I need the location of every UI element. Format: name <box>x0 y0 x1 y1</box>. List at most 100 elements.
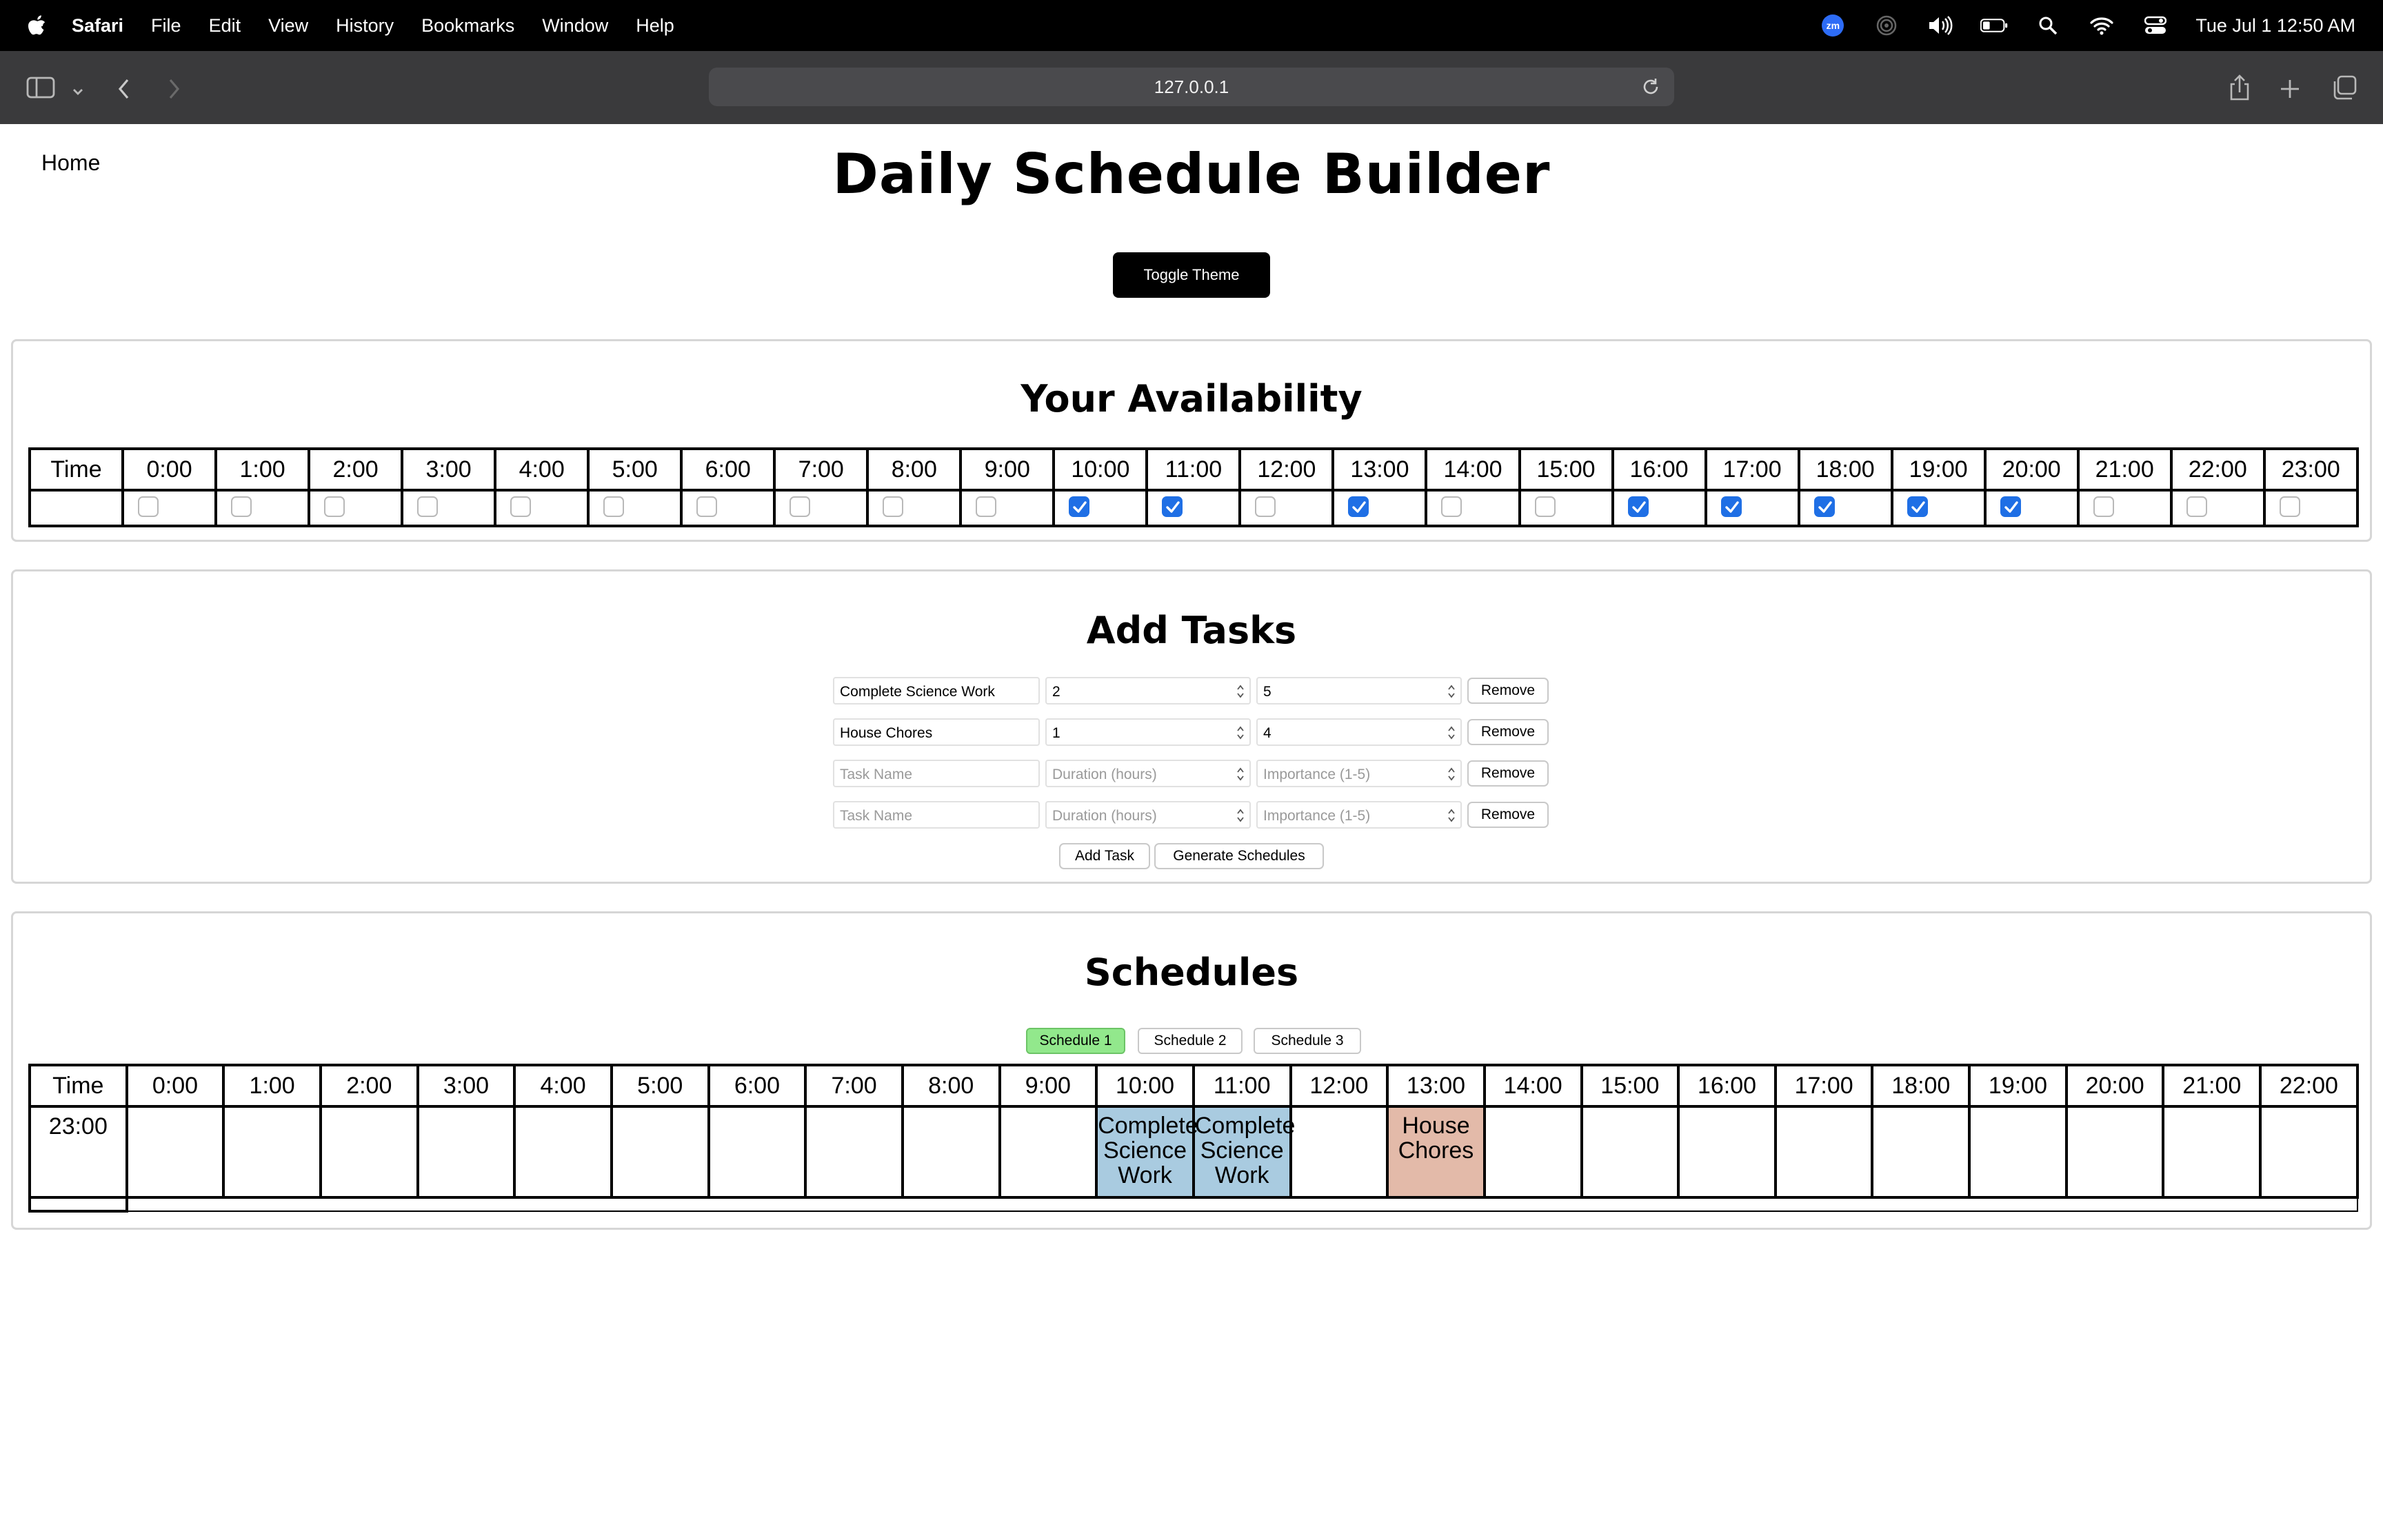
task-importance-input[interactable]: 5 <box>1256 677 1462 705</box>
new-tab-icon[interactable] <box>2280 73 2300 105</box>
schedule-tab[interactable]: Schedule 1 <box>1026 1028 1125 1054</box>
schedule-empty-slot <box>125 1105 225 1199</box>
availability-checkbox[interactable] <box>510 496 532 517</box>
availability-checkbox[interactable] <box>1348 496 1369 517</box>
menu-history[interactable]: History <box>336 15 394 37</box>
schedule-empty-slot <box>2259 1105 2359 1199</box>
schedule-empty-slot <box>1580 1105 1680 1199</box>
task-importance-input[interactable]: Importance (1-5) <box>1256 760 1462 787</box>
remove-task-button[interactable]: Remove <box>1467 719 1549 745</box>
menubar-clock[interactable]: Tue Jul 1 12:50 AM <box>2195 15 2355 37</box>
availability-checkbox[interactable] <box>1534 496 1556 517</box>
task-importance-input[interactable]: 4 <box>1256 718 1462 746</box>
url-text: 127.0.0.1 <box>1154 76 1229 97</box>
availability-cell <box>2169 489 2266 527</box>
schedule-tab[interactable]: Schedule 2 <box>1138 1028 1243 1054</box>
availability-checkbox[interactable] <box>1813 496 1835 517</box>
availability-hour-header: 19:00 <box>1890 447 1987 492</box>
spotlight-icon[interactable] <box>2034 14 2062 37</box>
schedule-task-slot: House Chores <box>1386 1105 1486 1199</box>
remove-task-button[interactable]: Remove <box>1467 760 1549 787</box>
toggle-theme-button[interactable]: Toggle Theme <box>1113 252 1270 298</box>
availability-checkbox[interactable] <box>603 496 625 517</box>
volume-icon[interactable] <box>1927 14 1954 37</box>
sidebar-toggle-icon[interactable] <box>26 72 57 103</box>
task-name-input[interactable]: Complete Science Work <box>833 677 1040 705</box>
schedule-hour-header: 18:00 <box>1871 1064 1971 1108</box>
availability-checkbox[interactable] <box>324 496 345 517</box>
task-name-input[interactable]: House Chores <box>833 718 1040 746</box>
share-icon[interactable] <box>2229 72 2251 103</box>
availability-checkbox[interactable] <box>1720 496 1742 517</box>
zoom-icon[interactable]: zm <box>1819 14 1847 37</box>
availability-checkbox[interactable] <box>976 496 997 517</box>
airdrop-icon[interactable] <box>1873 14 1900 37</box>
remove-task-button[interactable]: Remove <box>1467 678 1549 704</box>
menu-help[interactable]: Help <box>636 15 674 37</box>
schedule-empty-slot <box>998 1105 1098 1199</box>
availability-checkbox[interactable] <box>2186 496 2207 517</box>
availability-hour-header: 1:00 <box>214 447 311 492</box>
menu-app-name[interactable]: Safari <box>72 15 123 37</box>
task-duration-input[interactable]: Duration (hours) <box>1045 760 1251 787</box>
menu-view[interactable]: View <box>268 15 308 37</box>
availability-cell <box>1052 489 1149 527</box>
schedule-hour-header: 3:00 <box>416 1064 516 1108</box>
availability-hour-header: 21:00 <box>2076 447 2173 492</box>
address-bar[interactable]: 127.0.0.1 <box>709 68 1674 106</box>
availability-cell <box>1518 489 1614 527</box>
schedule-hour-header: 19:00 <box>1968 1064 2068 1108</box>
chevron-down-icon[interactable] <box>72 76 84 108</box>
availability-checkbox[interactable] <box>231 496 252 517</box>
menu-file[interactable]: File <box>151 15 181 37</box>
availability-checkbox[interactable] <box>2000 496 2021 517</box>
schedule-hour-header: 4:00 <box>513 1064 613 1108</box>
battery-icon[interactable] <box>1980 14 2008 37</box>
availability-cell <box>2076 489 2173 527</box>
availability-hour-header: 15:00 <box>1518 447 1614 492</box>
availability-hour-header: 14:00 <box>1425 447 1521 492</box>
availability-checkbox[interactable] <box>696 496 718 517</box>
availability-checkbox[interactable] <box>1627 496 1649 517</box>
menu-bookmarks[interactable]: Bookmarks <box>421 15 514 37</box>
availability-checkbox[interactable] <box>1069 496 1090 517</box>
remove-task-button[interactable]: Remove <box>1467 802 1549 828</box>
wifi-icon[interactable] <box>2088 14 2115 37</box>
schedule-hour-header: 7:00 <box>804 1064 904 1108</box>
schedule-extra-cell <box>28 1196 128 1213</box>
forward-icon[interactable] <box>167 73 181 105</box>
back-icon[interactable] <box>117 73 131 105</box>
schedule-empty-slot <box>222 1105 322 1199</box>
availability-checkbox[interactable] <box>1441 496 1462 517</box>
apple-icon[interactable] <box>26 14 47 37</box>
generate-schedules-button[interactable]: Generate Schedules <box>1154 843 1324 869</box>
availability-checkbox[interactable] <box>1162 496 1183 517</box>
availability-checkbox[interactable] <box>2279 496 2300 517</box>
availability-checkbox[interactable] <box>417 496 439 517</box>
schedule-table: Time 0:00 1:00 2:00 3:00 4:00 5:00 6:00 7:00 8:00… <box>28 1064 2359 1213</box>
availability-card: Your Availability Time 0:00 1:00 2:00 3:00 4:… <box>11 339 2372 542</box>
menu-window[interactable]: Window <box>542 15 608 37</box>
availability-checkbox[interactable] <box>138 496 159 517</box>
task-duration-input[interactable]: 2 <box>1045 677 1251 705</box>
availability-checkbox[interactable] <box>2093 496 2114 517</box>
availability-checkbox[interactable] <box>790 496 811 517</box>
availability-checkbox[interactable] <box>1907 496 1928 517</box>
task-duration-input[interactable]: 1 <box>1045 718 1251 746</box>
tab-overview-icon[interactable] <box>2332 72 2357 103</box>
task-importance-input[interactable]: Importance (1-5) <box>1256 801 1462 829</box>
schedule-tab[interactable]: Schedule 3 <box>1254 1028 1361 1054</box>
schedule-empty-slot <box>1871 1105 1971 1199</box>
schedule-extra-row <box>125 1197 2358 1212</box>
add-task-button[interactable]: Add Task <box>1059 843 1150 869</box>
menu-edit[interactable]: Edit <box>209 15 241 37</box>
reload-icon[interactable] <box>1640 76 1662 98</box>
task-name-input[interactable]: Task Name <box>833 801 1040 829</box>
availability-checkbox[interactable] <box>1255 496 1276 517</box>
availability-checkbox[interactable] <box>883 496 904 517</box>
availability-cell <box>214 489 311 527</box>
schedule-empty-slot <box>901 1105 1001 1199</box>
task-duration-input[interactable]: Duration (hours) <box>1045 801 1251 829</box>
task-name-input[interactable]: Task Name <box>833 760 1040 787</box>
control-center-icon[interactable] <box>2142 14 2169 37</box>
